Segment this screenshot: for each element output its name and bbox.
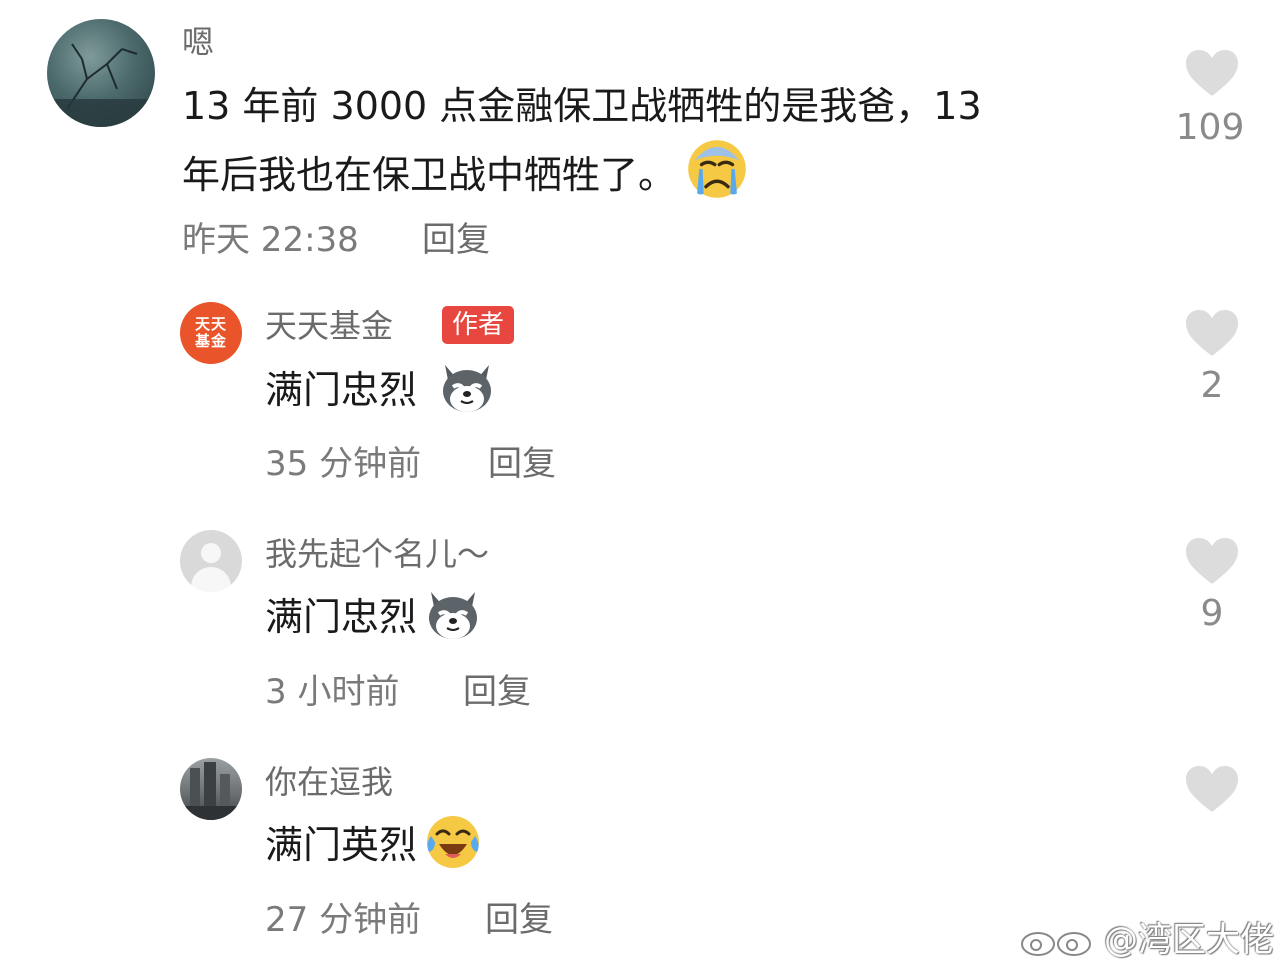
comment-text: 满门忠烈	[265, 585, 481, 649]
default-avatar-head	[201, 543, 221, 563]
avatar[interactable]	[47, 19, 155, 127]
weibo-watermark: @湾区大佬	[1018, 918, 1274, 962]
watermark-text: @湾区大佬	[1104, 920, 1274, 960]
tree-photo-icon	[47, 43, 155, 127]
comment-timestamp: 27 分钟前	[265, 900, 422, 940]
avatar[interactable]: 天天基金	[180, 302, 242, 364]
like-count: 2	[1200, 365, 1224, 406]
like-button[interactable]	[1182, 48, 1242, 98]
comment-text: 满门英烈	[265, 813, 481, 877]
reply-button[interactable]: 回复	[488, 442, 556, 486]
comment-timestamp: 昨天 22:38	[182, 220, 359, 260]
weibo-logo-icon	[1021, 932, 1091, 956]
comment-text: 满门忠烈	[265, 358, 495, 422]
comment-timestamp: 35 分钟前	[265, 444, 422, 484]
like-button[interactable]	[1182, 764, 1242, 814]
heart-icon	[1186, 310, 1238, 356]
reply-button[interactable]: 回复	[422, 218, 490, 262]
avatar[interactable]	[180, 530, 242, 592]
city-photo-icon	[180, 762, 242, 820]
heart-icon	[1186, 766, 1238, 812]
comment-text: 年后我也在保卫战中牺牲了。	[182, 138, 748, 207]
comment-username[interactable]: 你在逗我	[265, 762, 393, 802]
husky-dog-icon	[429, 592, 478, 639]
like-button[interactable]	[1182, 308, 1242, 358]
comment-text: 13 年前 3000 点金融保卫战牺牲的是我爸，13	[182, 74, 982, 138]
tears-of-joy-icon	[427, 816, 480, 868]
comment-username[interactable]: 天天基金	[265, 306, 393, 346]
author-badge: 作者	[442, 306, 515, 344]
like-button[interactable]	[1182, 536, 1242, 586]
reply-button[interactable]: 回复	[485, 898, 553, 942]
reply-button[interactable]: 回复	[463, 670, 531, 714]
like-count: 9	[1200, 593, 1224, 634]
husky-dog-icon	[443, 365, 492, 412]
crying-face-icon	[688, 140, 746, 198]
comment-username[interactable]: 嗯	[182, 22, 214, 62]
heart-icon	[1186, 50, 1238, 96]
avatar[interactable]	[180, 758, 242, 820]
avatar-logo-text: 天天基金	[194, 315, 227, 350]
heart-icon	[1186, 538, 1238, 584]
comment-item: 嗯 13 年前 3000 点金融保卫战牺牲的是我爸，13 年后我也在保卫战中牺牲…	[0, 0, 1284, 280]
comment-text-line: 13 年前 3000 点金融保卫战牺牲的是我爸，13	[182, 84, 982, 128]
default-avatar-body	[191, 567, 231, 592]
comment-text-line: 满门忠烈	[265, 368, 418, 412]
comment-timestamp: 3 小时前	[265, 672, 400, 712]
comment-text-line: 满门英烈	[265, 823, 418, 867]
comment-username[interactable]: 我先起个名儿～	[265, 534, 489, 574]
comment-text-line: 年后我也在保卫战中牺牲了。	[182, 153, 677, 197]
like-count: 109	[1175, 107, 1245, 148]
comment-text-line: 满门忠烈	[265, 595, 418, 639]
